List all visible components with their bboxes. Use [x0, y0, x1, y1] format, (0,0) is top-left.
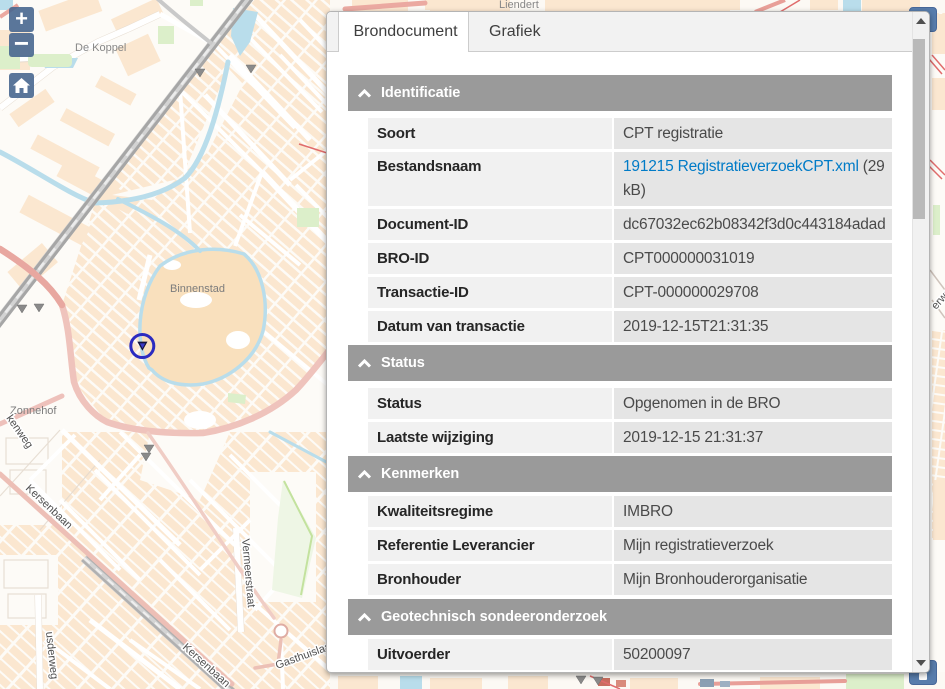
svg-text:De Koppel: De Koppel — [75, 42, 126, 54]
svg-text:Zonnehof: Zonnehof — [10, 405, 57, 417]
svg-text:Binnenstad: Binnenstad — [170, 283, 225, 295]
svg-text:Liendert: Liendert — [499, 0, 539, 11]
